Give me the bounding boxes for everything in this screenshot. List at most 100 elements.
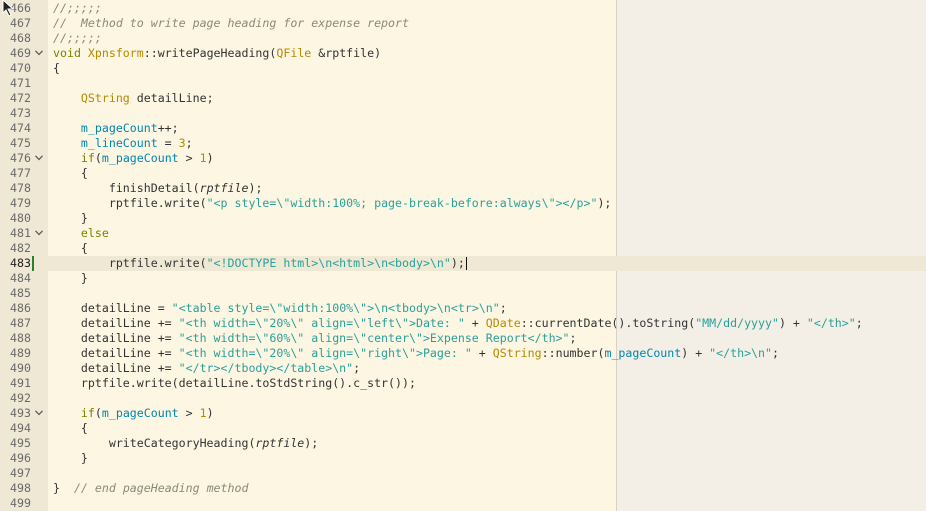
code-text[interactable]: rptfile.write("<p style=\"width:100%; pa…	[53, 196, 612, 211]
code-text[interactable]: m_lineCount = 3;	[53, 136, 193, 151]
fold-chevron-icon[interactable]	[34, 406, 44, 421]
code-text[interactable]: m_pageCount++;	[53, 121, 179, 136]
line-number: 497	[10, 466, 31, 480]
code-text[interactable]: rptfile.write("<!DOCTYPE html>\n<html>\n…	[53, 256, 467, 271]
code-text[interactable]: rptfile.write(detailLine.toStdString().c…	[53, 376, 416, 391]
code-text[interactable]: {	[53, 241, 88, 256]
code-line[interactable]: 467// Method to write page heading for e…	[0, 16, 926, 31]
code-token: );	[597, 196, 612, 210]
code-line[interactable]: 495 writeCategoryHeading(rptfile);	[0, 436, 926, 451]
line-number: 484	[10, 271, 31, 285]
code-text[interactable]: detailLine = "<table style=\"width:100%\…	[53, 301, 507, 316]
code-line[interactable]: 486 detailLine = "<table style=\"width:1…	[0, 301, 926, 316]
fold-chevron-icon[interactable]	[34, 46, 44, 61]
code-token: m_pageCount	[101, 406, 179, 420]
code-line[interactable]: 480 }	[0, 211, 926, 226]
code-text[interactable]: } // end pageHeading method	[53, 481, 248, 496]
code-line[interactable]: 479 rptfile.write("<p style=\"width:100%…	[0, 196, 926, 211]
code-line[interactable]: 493 if(m_pageCount > 1)	[0, 406, 926, 421]
code-line[interactable]: 490 detailLine += "</tr></tbody></table>…	[0, 361, 926, 376]
code-line[interactable]: 485	[0, 286, 926, 301]
code-editor[interactable]: 466//;;;;; 467// Method to write page hea…	[0, 0, 926, 511]
code-line[interactable]: 469 void Xpnsform::writePageHeading(QFile…	[0, 46, 926, 61]
code-line[interactable]: 478 finishDetail(rptfile);	[0, 181, 926, 196]
code-line[interactable]: 470 {	[0, 61, 926, 76]
code-line[interactable]: 482 {	[0, 241, 926, 256]
code-line[interactable]: 477 {	[0, 166, 926, 181]
code-token: ;	[185, 136, 193, 150]
code-text[interactable]: if(m_pageCount > 1)	[53, 406, 214, 421]
code-line[interactable]: 466//;;;;;	[0, 1, 926, 16]
code-token: detailLine +=	[53, 331, 179, 345]
code-line[interactable]: 468 //;;;;;	[0, 31, 926, 46]
code-text[interactable]: {	[53, 61, 60, 76]
line-number: 493	[10, 406, 31, 420]
code-line[interactable]: 491 rptfile.write(detailLine.toStdString…	[0, 376, 926, 391]
code-line[interactable]: 494 {	[0, 421, 926, 436]
code-line[interactable]: 498} // end pageHeading method	[0, 481, 926, 496]
code-text[interactable]: //;;;;;	[53, 1, 102, 16]
code-token: detailLine +=	[53, 346, 179, 360]
code-line[interactable]: 472 QString detailLine;	[0, 91, 926, 106]
code-line[interactable]: 499	[0, 496, 926, 511]
code-text[interactable]: writeCategoryHeading(rptfile);	[53, 436, 318, 451]
code-token: QFile	[276, 46, 312, 60]
code-token: {	[53, 166, 88, 180]
fold-chevron-icon[interactable]	[34, 226, 44, 241]
code-text[interactable]: //;;;;;	[53, 31, 102, 46]
code-text[interactable]: detailLine += "</tr></tbody></table>\n";	[53, 361, 360, 376]
code-line[interactable]: 484 }	[0, 271, 926, 286]
code-line[interactable]: 488 detailLine += "<th width=\"60%\" ali…	[0, 331, 926, 346]
code-line[interactable]: 476 if(m_pageCount > 1)	[0, 151, 926, 166]
code-token: detailLine =	[53, 301, 172, 315]
code-line[interactable]: 474 m_pageCount++;	[0, 121, 926, 136]
code-line[interactable]: 471	[0, 76, 926, 91]
code-token: );	[450, 256, 465, 270]
fold-chevron-icon[interactable]	[34, 151, 44, 166]
code-token: >	[178, 406, 200, 420]
line-number: 487	[10, 316, 31, 330]
code-token: //;;;;;	[53, 1, 102, 15]
code-text[interactable]: {	[53, 421, 88, 436]
code-text[interactable]: detailLine += "<th width=\"20%\" align=\…	[53, 346, 779, 361]
code-text[interactable]: finishDetail(rptfile);	[53, 181, 263, 196]
code-line[interactable]: 475 m_lineCount = 3;	[0, 136, 926, 151]
line-number: 494	[10, 421, 31, 435]
code-text[interactable]: // Method to write page heading for expe…	[53, 16, 409, 31]
code-line[interactable]: 496 }	[0, 451, 926, 466]
code-token: "<!DOCTYPE html>\n<html>\n<body>\n"	[206, 256, 451, 270]
code-token: {	[53, 241, 88, 255]
code-line[interactable]: 473	[0, 106, 926, 121]
code-token: "<th width=\"60%\" align=\"center\">Expe…	[178, 331, 570, 345]
code-line[interactable]: 481 else	[0, 226, 926, 241]
code-lines[interactable]: 466//;;;;; 467// Method to write page hea…	[0, 1, 926, 511]
code-text[interactable]: }	[53, 211, 88, 226]
code-text[interactable]: QString detailLine;	[53, 91, 214, 106]
code-text[interactable]: }	[53, 451, 88, 466]
code-token: ;	[353, 361, 361, 375]
code-text[interactable]: else	[53, 226, 109, 241]
code-token: else	[80, 226, 109, 240]
code-line[interactable]: 489 detailLine += "<th width=\"20%\" ali…	[0, 346, 926, 361]
line-number: 471	[10, 76, 31, 90]
code-line[interactable]: 497	[0, 466, 926, 481]
code-text[interactable]: detailLine += "<th width=\"20%\" align=\…	[53, 316, 863, 331]
code-text[interactable]: void Xpnsform::writePageHeading(QFile &r…	[53, 46, 381, 61]
code-text[interactable]: detailLine += "<th width=\"60%\" align=\…	[53, 331, 577, 346]
code-text[interactable]: }	[53, 271, 88, 286]
code-token: QDate	[485, 316, 521, 330]
code-text[interactable]: if(m_pageCount > 1)	[53, 151, 214, 166]
code-token: m_pageCount	[604, 346, 682, 360]
code-token: 1	[199, 406, 207, 420]
code-line[interactable]: 492	[0, 391, 926, 406]
code-line[interactable]: 483 rptfile.write("<!DOCTYPE html>\n<htm…	[0, 256, 926, 271]
code-line[interactable]: 487 detailLine += "<th width=\"20%\" ali…	[0, 316, 926, 331]
code-token: +	[464, 316, 486, 330]
code-token: Xpnsform	[87, 46, 144, 60]
code-token: detailLine +=	[53, 316, 179, 330]
code-text[interactable]: {	[53, 166, 88, 181]
line-number: 481	[10, 226, 31, 240]
text-cursor	[465, 257, 467, 270]
